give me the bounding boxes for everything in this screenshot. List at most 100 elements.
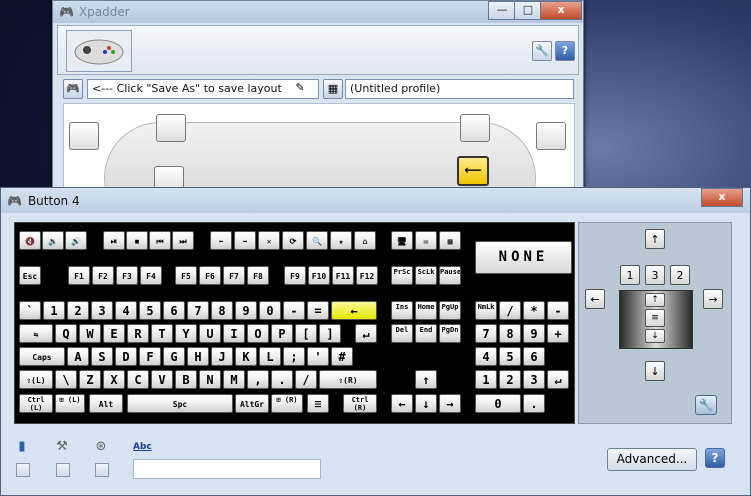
numpad-key[interactable]: +: [547, 324, 569, 343]
controller-button-slot[interactable]: [460, 114, 490, 142]
key[interactable]: X: [103, 370, 125, 389]
media-key[interactable]: 🔊: [65, 231, 87, 250]
mouse-button-3[interactable]: 3: [645, 265, 665, 285]
help-icon[interactable]: ?: [555, 41, 575, 61]
key-alt[interactable]: Alt: [89, 394, 123, 413]
key-shift-right[interactable]: ⇧(R): [319, 370, 377, 389]
mouse-down-key[interactable]: ↓: [645, 361, 665, 381]
key-f4[interactable]: F4: [140, 266, 162, 285]
key-ctrl-right[interactable]: Ctrl (R): [343, 394, 377, 413]
hammer-checkbox[interactable]: [56, 463, 70, 477]
key[interactable]: [: [295, 324, 317, 343]
controller-button-slot[interactable]: [536, 122, 566, 150]
key-ctrl-left[interactable]: Ctrl (L): [19, 394, 53, 413]
key[interactable]: A: [67, 347, 89, 366]
layout-field[interactable]: <--- Click "Save As" to save layout: [87, 79, 319, 99]
wheel-down-icon[interactable]: ↓: [645, 329, 665, 343]
key[interactable]: Y: [175, 324, 197, 343]
key[interactable]: ]: [319, 324, 341, 343]
app-key[interactable]: ✉: [415, 231, 437, 250]
key[interactable]: E: [103, 324, 125, 343]
key[interactable]: S: [91, 347, 113, 366]
numpad-key[interactable]: /: [499, 301, 521, 320]
close-button[interactable]: x: [540, 1, 582, 20]
browser-key[interactable]: 🔍: [306, 231, 328, 250]
pause-checkbox[interactable]: [16, 463, 30, 477]
key[interactable]: .: [271, 370, 293, 389]
key-f12[interactable]: F12: [356, 266, 378, 285]
key-f8[interactable]: F8: [247, 266, 269, 285]
mouse-left-key[interactable]: ←: [585, 289, 605, 309]
key[interactable]: 5: [139, 301, 161, 320]
key-nav[interactable]: Home: [415, 301, 437, 320]
numpad-key[interactable]: 0: [475, 394, 521, 413]
calculator-icon[interactable]: ▦: [323, 79, 343, 99]
controller-button-slot[interactable]: [69, 122, 99, 150]
key-f10[interactable]: F10: [308, 266, 330, 285]
key[interactable]: 7: [187, 301, 209, 320]
numpad-key[interactable]: NmLk: [475, 301, 497, 320]
none-key[interactable]: NONE: [475, 241, 572, 274]
key-sys[interactable]: ScLk: [415, 266, 437, 285]
numpad-key[interactable]: .: [523, 394, 545, 413]
key-f5[interactable]: F5: [175, 266, 197, 285]
key-arrow-down[interactable]: ↓: [415, 394, 437, 413]
media-key[interactable]: ⏮: [149, 231, 171, 250]
key[interactable]: ;: [283, 347, 305, 366]
key-space[interactable]: Spc: [127, 394, 233, 413]
key[interactable]: L: [259, 347, 281, 366]
app-key[interactable]: ▦: [439, 231, 461, 250]
turbo-checkbox[interactable]: [95, 463, 109, 477]
mouse-button-1[interactable]: 1: [620, 265, 640, 285]
app-key[interactable]: 🖥: [391, 231, 413, 250]
browser-key[interactable]: ★: [330, 231, 352, 250]
key-nav[interactable]: Del: [391, 324, 413, 343]
key[interactable]: M: [223, 370, 245, 389]
browser-key[interactable]: ⌂: [354, 231, 376, 250]
key[interactable]: U: [199, 324, 221, 343]
browser-key[interactable]: ⬅: [210, 231, 232, 250]
minimize-button[interactable]: —: [488, 1, 516, 20]
mouse-right-key[interactable]: →: [703, 289, 723, 309]
media-key[interactable]: ⏹: [126, 231, 148, 250]
key[interactable]: P: [271, 324, 293, 343]
key-f3[interactable]: F3: [116, 266, 138, 285]
numpad-key[interactable]: -: [547, 301, 569, 320]
numpad-key[interactable]: 7: [475, 324, 497, 343]
wheel-icon[interactable]: ≡: [645, 309, 665, 327]
key-shift-left[interactable]: ⇧(L): [19, 370, 53, 389]
mouse-settings-wrench-icon[interactable]: 🔧: [695, 395, 717, 415]
key[interactable]: H: [187, 347, 209, 366]
key[interactable]: #: [331, 347, 353, 366]
mouse-up-key[interactable]: ↑: [645, 229, 665, 249]
key[interactable]: 6: [163, 301, 185, 320]
controller-thumbnail[interactable]: [66, 30, 132, 72]
key[interactable]: 0: [259, 301, 281, 320]
key[interactable]: R: [127, 324, 149, 343]
key[interactable]: =: [307, 301, 329, 320]
key-win-right[interactable]: ⊞ (R): [271, 394, 303, 413]
key-arrow-right[interactable]: →: [439, 394, 461, 413]
key-win-left[interactable]: ⊞ (L): [55, 394, 85, 413]
key-menu[interactable]: ☰: [307, 394, 329, 413]
key[interactable]: W: [79, 324, 101, 343]
controller-button-slot[interactable]: [156, 114, 186, 142]
wrench-icon[interactable]: 🔧: [532, 41, 552, 61]
profile-field[interactable]: (Untitled profile): [345, 79, 574, 99]
numpad-key[interactable]: 1: [475, 370, 497, 389]
numpad-key[interactable]: 4: [475, 347, 497, 366]
key[interactable]: 8: [211, 301, 233, 320]
key[interactable]: G: [163, 347, 185, 366]
key-arrow-up[interactable]: ↑: [415, 370, 437, 389]
key-f9[interactable]: F9: [284, 266, 306, 285]
key-nav[interactable]: PgUp: [439, 301, 461, 320]
key[interactable]: \: [55, 370, 77, 389]
key-backspace[interactable]: ←: [331, 301, 377, 320]
browser-key[interactable]: ✕: [258, 231, 280, 250]
media-key[interactable]: ⏭: [172, 231, 194, 250]
key-arrow-left[interactable]: ←: [391, 394, 413, 413]
selected-button-4[interactable]: ⟵: [457, 156, 489, 186]
numpad-key[interactable]: 5: [499, 347, 521, 366]
key-f2[interactable]: F2: [92, 266, 114, 285]
wheel-up-icon[interactable]: ↑: [645, 293, 665, 307]
